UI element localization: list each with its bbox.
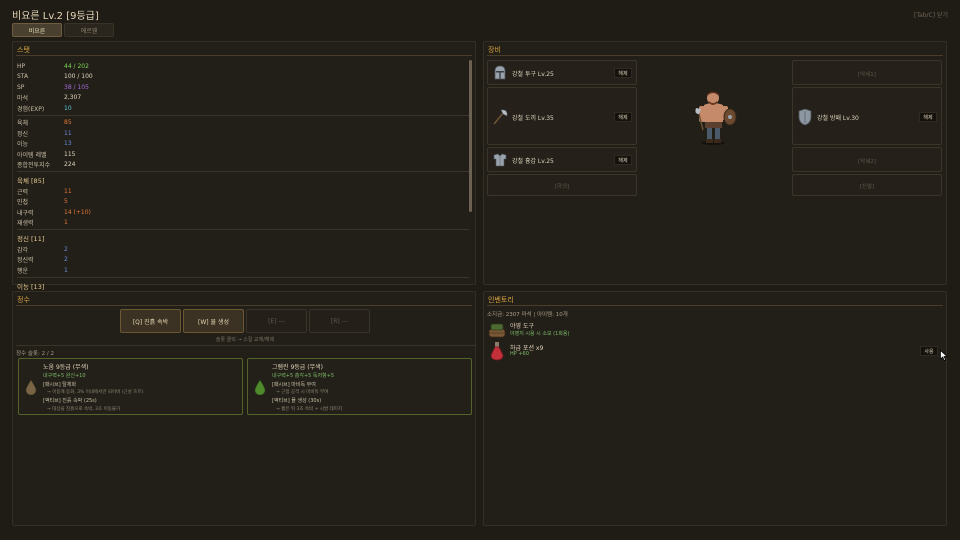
group-title-mind: 정신 [11] [17,235,45,243]
armor-name: 강철 흉갑 Lv.25 [512,158,554,165]
camping-gear-icon [488,323,506,338]
potion-icon [490,342,504,361]
stat-row-sense: 감각 2 [17,245,68,254]
stat-row-endurance: 내구력 14 (+10) [17,208,91,217]
weapon-name: 강철 도끼 Lv.35 [512,115,554,122]
stat-row-agility: 민첩 5 [17,198,68,207]
inventory-item-potion[interactable]: 하급 포션 x9 HP +60 사용 [486,341,946,363]
skill-slot-w[interactable]: [W] 뮬 생성 [183,309,244,333]
stat-row-mana-stone: 마석 2,307 [17,94,82,103]
skill-slot-e[interactable]: [E] --- [246,309,307,333]
mouse-cursor-icon [940,350,948,361]
essence-card-gremlin[interactable]: 그렘린 9등급 (무색) 내구력+5 흡각+5 독저항+5 [패시브] 마비독 … [247,358,472,415]
stat-row-body: 육체 85 [17,119,72,128]
stats-list: HP 44 / 202 STA 100 / 100 SP 38 / 105 마석 2,3… [17,61,469,292]
pants-empty-label: [하의] [554,184,570,190]
stat-row-regeneration: 재생력 1 [17,219,68,228]
boots-empty-label: [신발] [859,184,875,190]
stat-row-ability: 이능 13 [17,140,72,149]
shield-name: 강철 방패 Lv.30 [817,115,859,122]
equip-slot-shield[interactable]: 강철 방패 Lv.30 해제 [792,87,942,145]
helmet-icon [494,65,506,80]
use-potion-button[interactable]: 사용 [920,346,938,356]
character-title: 비요른 Lv.2 [9등급] [12,11,99,22]
stats-panel: 스탯 HP 44 / 202 STA 100 / 100 SP 38 / 105 마석… [12,41,476,291]
shield-icon [798,108,812,126]
equip-slot-helmet[interactable]: 강철 투구 Lv.25 해제 [487,60,637,85]
stat-row-item-level: 아이템 레벨 115 [17,150,76,159]
skill-slot-q[interactable]: [Q] 진흙 속박 [120,309,181,333]
equip-slot-boots[interactable]: [신발] [792,174,942,196]
essence-card-gnome[interactable]: 노움 9등급 (무색) 내구력+5 완신+10 [패시브] 탈체화 → 이동에 … [18,358,243,415]
gnome-essence-icon [25,379,37,395]
equip-slot-accessory1[interactable]: [악세1] [792,60,942,85]
skill-slot-hint: 슬롯 클릭 → 스킬 교체/해제 [215,337,275,343]
stats-title: 스탯 [17,46,30,54]
stat-row-strength: 근력 11 [17,187,72,196]
stat-row-combat-index: 종합전투지수 224 [17,161,76,170]
essence-slot-count: 정수 슬롯: 2 / 2 [16,351,54,357]
accessory2-empty-label: [악세2] [858,159,876,165]
group-title-ability: 이능 [13] [17,282,45,291]
stat-row-exp: 경험(EXP) 10 [17,104,72,113]
equip-slot-pants[interactable]: [하의] [487,174,637,196]
equip-slot-accessory2[interactable]: [악세2] [792,147,942,172]
character-sprite [695,91,737,145]
stat-row-willpower: 정신력 2 [17,256,68,265]
stat-row-sta: STA 100 / 100 [17,73,93,81]
unequip-armor-button[interactable]: 해제 [614,155,632,165]
group-title-body: 육체 [85] [17,177,45,185]
stat-row-luck: 행운 1 [17,266,68,275]
equip-slot-armor[interactable]: 강철 흉갑 Lv.25 해제 [487,147,637,172]
close-hint[interactable]: [Tab/C] 닫기 [914,10,948,19]
stats-scrollbar[interactable] [469,60,472,212]
essence-title: 정수 [17,296,30,304]
tab-erwen[interactable]: 에르웬 [64,23,114,37]
inventory-item-camping-gear[interactable]: 야영 도구 야영지 시용 시 소모 (1회용) [486,319,946,341]
axe-icon [493,109,508,125]
accessory1-empty-label: [악세1] [858,72,876,78]
armor-icon [493,153,507,167]
stat-row-hp: HP 44 / 202 [17,62,89,70]
unequip-weapon-button[interactable]: 해제 [614,112,632,122]
stat-row-mind: 정신 11 [17,129,72,138]
tab-bjorn[interactable]: 비요른 [12,23,62,37]
equip-slot-weapon[interactable]: 강철 도끼 Lv.35 해제 [487,87,637,145]
gremlin-essence-icon [254,379,266,395]
helmet-name: 강철 투구 Lv.25 [512,71,554,78]
stat-row-sp: SP 38 / 105 [17,83,89,91]
unequip-shield-button[interactable]: 해제 [919,112,937,122]
equipment-title: 장비 [488,46,501,54]
skill-slot-r[interactable]: [R] --- [309,309,370,333]
inventory-title: 인벤토리 [488,296,514,304]
unequip-helmet-button[interactable]: 해제 [614,68,632,78]
inventory-summary: 소지금: 2307 마석 | 아이템: 10개 [487,312,568,318]
